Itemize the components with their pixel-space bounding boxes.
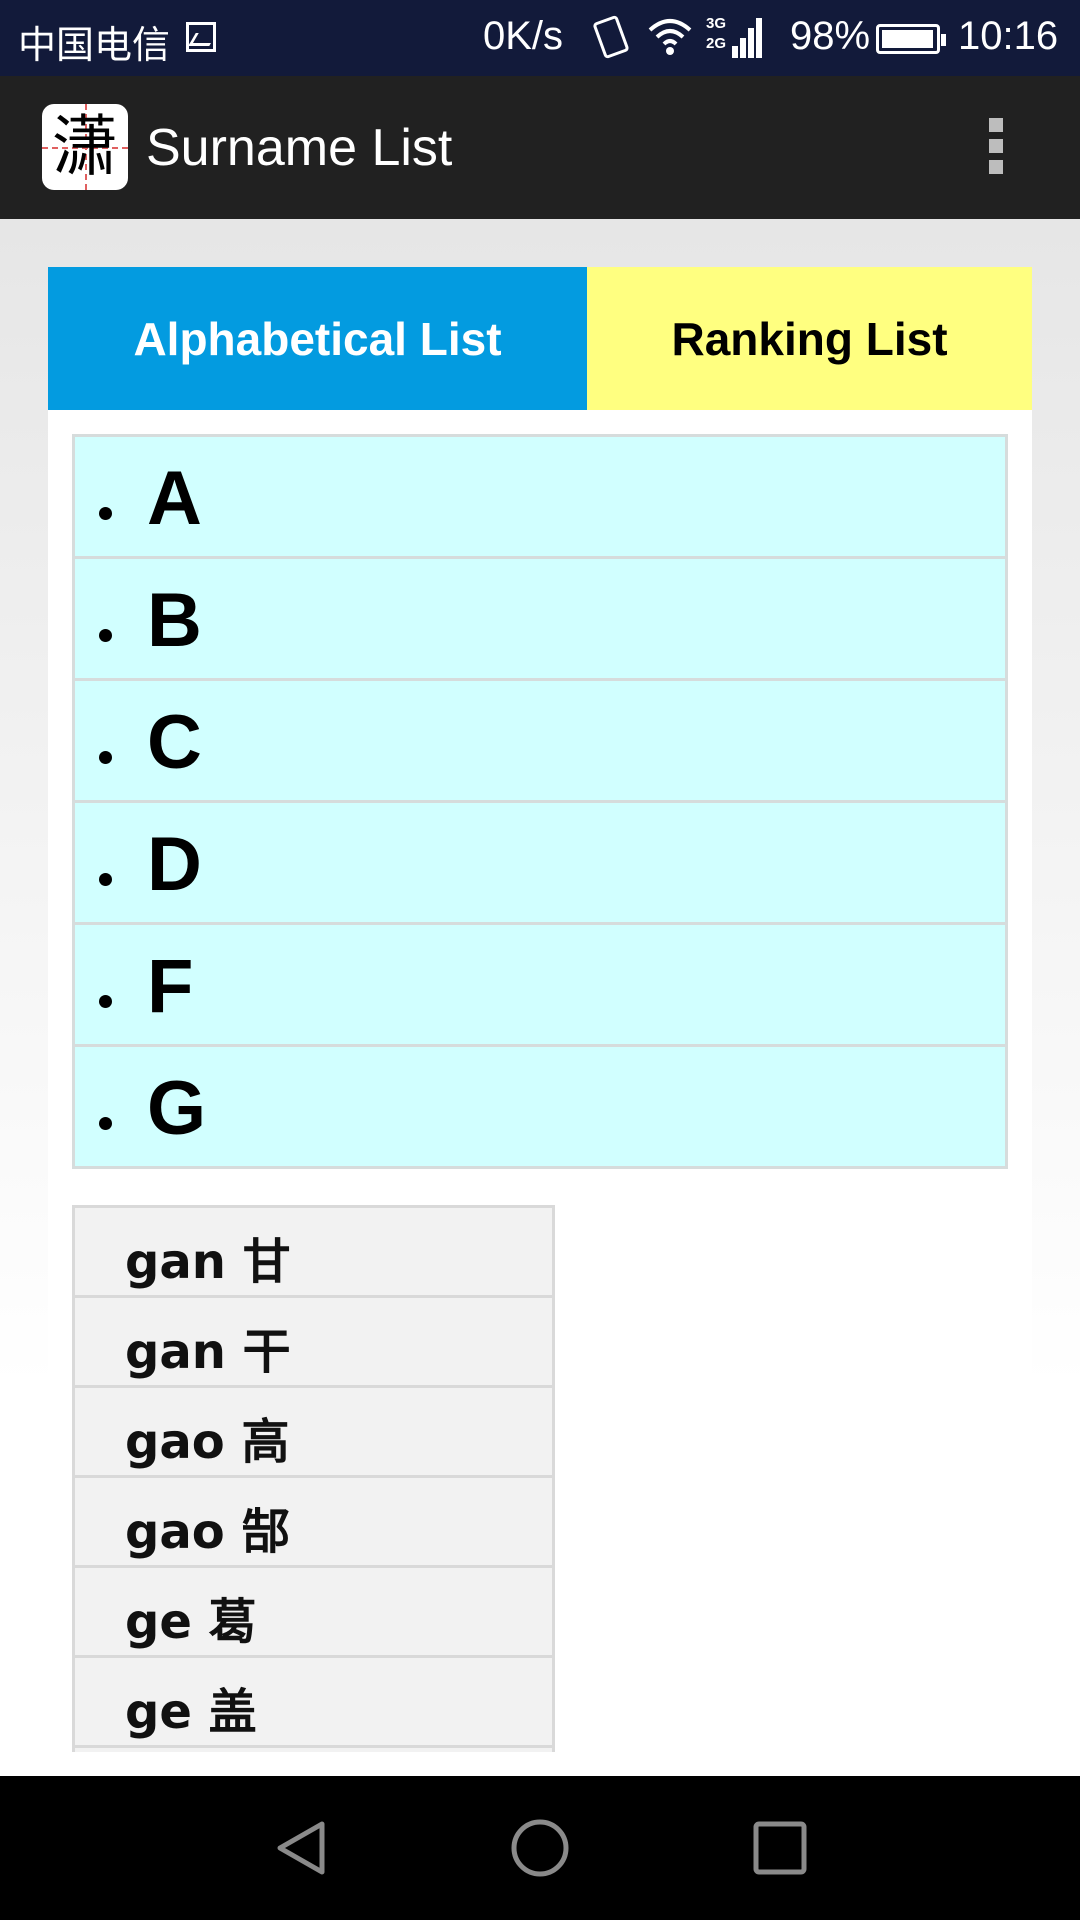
recents-icon[interactable] — [738, 1806, 822, 1890]
surname-item-partial[interactable] — [72, 1748, 555, 1752]
letter-item-d[interactable]: D — [72, 800, 1008, 922]
content-area: Alphabetical List Ranking List A B C D F… — [0, 219, 1080, 1776]
wifi-icon — [648, 19, 692, 55]
letter-label: F — [147, 944, 194, 1029]
tab-alphabetical-list[interactable]: Alphabetical List — [48, 267, 587, 410]
gallery-icon — [186, 22, 216, 52]
letter-label: B — [147, 578, 202, 663]
letter-item-g[interactable]: G — [72, 1044, 1008, 1169]
bullet-icon — [99, 507, 112, 520]
battery-level-fill — [882, 30, 933, 48]
list-panel: A B C D F G gan 甘 gan 干 gao 高 gao 郜 ge 葛… — [48, 410, 1032, 1776]
surname-label: gao 高 — [125, 1414, 290, 1470]
page-title: Surname List — [146, 119, 453, 177]
letter-label: C — [147, 700, 202, 785]
network-speed: 0K/s — [483, 14, 564, 58]
navigation-bar — [0, 1776, 1080, 1920]
network-type-top: 3G — [706, 15, 726, 32]
back-icon[interactable] — [258, 1806, 342, 1890]
surname-label: gan 干 — [125, 1324, 291, 1380]
battery-icon — [876, 24, 946, 54]
app-bar: 潇 Surname List — [0, 76, 1080, 219]
surname-label: ge 葛 — [125, 1594, 257, 1650]
surname-label: gao 郜 — [125, 1504, 290, 1560]
network-type-bottom: 2G — [706, 35, 726, 52]
signal-icon: 3G 2G — [706, 15, 762, 58]
bullet-icon — [99, 1117, 112, 1130]
battery-percent: 98% — [790, 14, 871, 58]
surname-list[interactable]: gan 甘 gan 干 gao 高 gao 郜 ge 葛 ge 盖 — [72, 1205, 555, 1752]
letter-list: A B C D F G — [72, 434, 1008, 1169]
bullet-icon — [99, 995, 112, 1008]
letter-item-f[interactable]: F — [72, 922, 1008, 1044]
surname-item[interactable]: ge 盖 — [72, 1658, 555, 1748]
bullet-icon — [99, 751, 112, 764]
overflow-menu-icon[interactable] — [976, 116, 1016, 176]
surname-item[interactable]: ge 葛 — [72, 1568, 555, 1658]
letter-label: A — [147, 456, 202, 541]
surname-label: gan 甘 — [125, 1234, 291, 1290]
app-logo: 潇 — [42, 104, 128, 190]
bullet-icon — [99, 873, 112, 886]
surname-item[interactable]: gao 高 — [72, 1388, 555, 1478]
surname-item[interactable]: gan 干 — [72, 1298, 555, 1388]
home-icon[interactable] — [498, 1806, 582, 1890]
clock: 10:16 — [958, 14, 1059, 58]
letter-label: G — [147, 1066, 207, 1151]
tab-ranking-list[interactable]: Ranking List — [587, 267, 1032, 410]
bullet-icon — [99, 629, 112, 642]
app-logo-glyph: 潇 — [52, 108, 118, 185]
carrier-name: 中国电信 — [18, 23, 171, 67]
status-bar: 中国电信 0K/s 3G 2G 98% 10:16 — [0, 0, 1080, 76]
tab-bar: Alphabetical List Ranking List — [48, 267, 1032, 410]
letter-label: D — [147, 822, 202, 907]
letter-item-a[interactable]: A — [72, 434, 1008, 556]
letter-item-b[interactable]: B — [72, 556, 1008, 678]
surname-item[interactable]: gan 甘 — [72, 1205, 555, 1298]
surname-item[interactable]: gao 郜 — [72, 1478, 555, 1568]
surname-label: ge 盖 — [125, 1684, 257, 1740]
vibrate-icon — [592, 14, 630, 60]
letter-item-c[interactable]: C — [72, 678, 1008, 800]
